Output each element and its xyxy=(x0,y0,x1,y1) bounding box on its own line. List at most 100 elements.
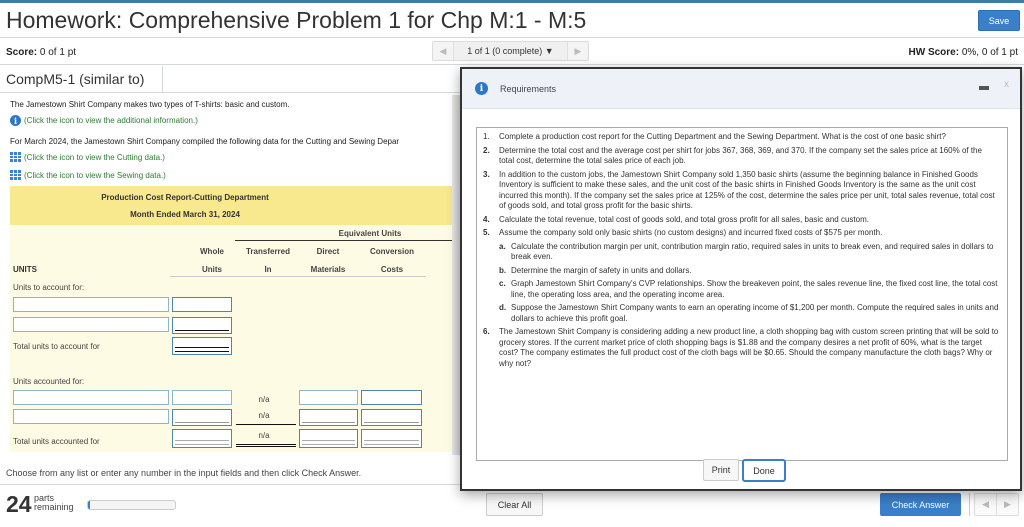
requirement-number: 3. xyxy=(483,169,490,179)
sub-requirement-item: c. Graph Jamestown Shirt Company's CVP re… xyxy=(483,279,999,300)
accounted-for-dm-input-1[interactable] xyxy=(299,390,358,405)
accounted-for-dm-input-2[interactable] xyxy=(299,409,358,426)
info-icon[interactable]: i xyxy=(10,115,21,126)
total-accounted-for-cc-input[interactable] xyxy=(361,429,422,448)
parts-progress-bar xyxy=(87,500,176,510)
divider xyxy=(0,92,462,93)
pager-next-icon[interactable]: ▶ xyxy=(568,42,588,60)
requirement-text: Determine the total cost and the average… xyxy=(499,145,982,166)
requirement-number: 4. xyxy=(483,214,490,224)
requirements-dialog: i Requirements x 1. Complete a production… xyxy=(460,67,1022,491)
sub-requirement-letter: b. xyxy=(499,265,507,275)
sub-requirement-item: d. Suppose the Jamestown Shirt Company wa… xyxy=(483,303,999,324)
subtotal-rule xyxy=(236,424,296,425)
requirement-number: 1. xyxy=(483,132,490,141)
sewing-data-text[interactable]: (Click the icon to view the Sewing data.… xyxy=(24,171,166,180)
to-account-for-units-input-1[interactable] xyxy=(172,297,232,312)
clear-all-button[interactable]: Clear All xyxy=(486,493,543,516)
units-accounted-for-label: Units accounted for: xyxy=(13,377,85,386)
col-conversion-costs-2: Costs xyxy=(380,265,404,274)
accounted-for-label-input-1[interactable] xyxy=(13,390,169,405)
additional-info-link[interactable]: i (Click the icon to view the additional… xyxy=(10,115,198,126)
total-accounted-for-whole-input[interactable] xyxy=(172,429,232,448)
top-accent-bar xyxy=(0,0,1024,3)
question-intro: The Jamestown Shirt Company makes two ty… xyxy=(10,100,290,109)
sub-requirement-text: Suppose the Jamestown Shirt Company want… xyxy=(511,303,999,323)
col-direct-materials-1: Direct xyxy=(316,247,340,256)
accounted-for-whole-input-1[interactable] xyxy=(172,390,232,405)
to-account-for-units-input-2[interactable] xyxy=(172,317,232,334)
additional-info-text[interactable]: (Click the icon to view the additional i… xyxy=(24,116,198,125)
col-whole-units-1: Whole xyxy=(200,247,224,256)
accounted-for-cc-input-2[interactable] xyxy=(361,409,422,426)
sub-requirement-text: Graph Jamestown Shirt Company's CVP rela… xyxy=(511,279,998,299)
requirement-item: 5. Assume the company sold only basic shi… xyxy=(483,228,999,239)
pager-prev-icon[interactable]: ◀ xyxy=(433,42,453,60)
units-label: UNITS xyxy=(13,265,37,274)
sub-requirement-letter: d. xyxy=(499,303,507,312)
col-transferred-in-1: Transferred xyxy=(245,247,291,256)
requirement-number: 2. xyxy=(483,145,490,155)
col-conversion-costs-1: Conversion xyxy=(369,247,414,256)
accounted-for-whole-input-2[interactable] xyxy=(172,409,232,426)
total-to-account-for-label: Total units to account for xyxy=(13,342,100,351)
question-pager: ◀ 1 of 1 (0 complete) ▼ ▶ xyxy=(432,41,589,61)
units-to-account-for-label: Units to account for: xyxy=(13,283,85,292)
check-answer-button[interactable]: Check Answer xyxy=(880,493,961,516)
requirement-text: In addition to the custom jobs, the Jame… xyxy=(499,169,995,211)
save-button[interactable]: Save xyxy=(978,10,1020,31)
accounted-for-cc-input-1[interactable] xyxy=(361,390,422,405)
question-id: CompM5-1 (similar to) xyxy=(6,71,145,87)
header-rule xyxy=(235,240,462,241)
divider xyxy=(0,484,470,485)
divider xyxy=(0,64,1024,65)
score-value: 0 of 1 pt xyxy=(37,47,77,58)
to-account-for-label-input-1[interactable] xyxy=(13,297,169,312)
sewing-data-link[interactable]: (Click the icon to view the Sewing data.… xyxy=(10,170,166,180)
minimize-icon[interactable] xyxy=(979,86,989,90)
close-icon[interactable]: x xyxy=(1004,79,1009,90)
parts-remaining-label: parts remaining xyxy=(34,494,74,512)
to-account-for-label-input-2[interactable] xyxy=(13,317,169,332)
dialog-title: Requirements xyxy=(500,84,557,94)
transferred-in-na-1: n/a xyxy=(258,395,270,404)
sub-requirement-letter: c. xyxy=(499,279,506,288)
total-accounted-for-dm-input[interactable] xyxy=(299,429,358,448)
next-question-icon[interactable]: ▶ xyxy=(996,494,1018,515)
total-rule xyxy=(236,444,296,447)
table-icon[interactable] xyxy=(10,152,21,162)
hw-score-value: 0%, 0 of 1 pt xyxy=(959,47,1018,58)
done-button[interactable]: Done xyxy=(742,459,786,482)
requirement-number: 6. xyxy=(483,327,490,336)
progress-fill xyxy=(88,501,90,509)
score: Score: 0 of 1 pt xyxy=(6,47,76,58)
cutting-data-link[interactable]: (Click the icon to view the Cutting data… xyxy=(10,152,165,162)
print-button[interactable]: Print xyxy=(703,459,739,481)
accounted-for-label-input-2[interactable] xyxy=(13,409,169,424)
sub-requirement-letter: a. xyxy=(499,241,506,251)
requirement-item: 1. Complete a production cost report for … xyxy=(483,132,999,143)
total-to-account-for-input[interactable] xyxy=(172,337,232,355)
header-rule xyxy=(170,276,426,277)
prev-question-icon[interactable]: ◀ xyxy=(975,494,996,515)
parts-remaining-count: 24 xyxy=(6,491,32,517)
question-select-dropdown[interactable]: 1 of 1 (0 complete) ▼ xyxy=(453,42,568,60)
dialog-header[interactable]: i Requirements x xyxy=(462,69,1020,109)
requirement-text: Complete a production cost report for th… xyxy=(499,132,946,141)
requirement-item: 4. Calculate the total revenue, total cos… xyxy=(483,215,999,226)
cutting-data-text[interactable]: (Click the icon to view the Cutting data… xyxy=(24,153,165,162)
transferred-in-na-2: n/a xyxy=(258,411,270,420)
divider xyxy=(969,493,970,516)
sub-requirement-text: Determine the margin of safety in units … xyxy=(511,265,692,275)
requirement-text: Assume the company sold only basic shirt… xyxy=(499,228,883,237)
requirement-text: Calculate the total revenue, total cost … xyxy=(499,214,869,224)
info-icon: i xyxy=(475,82,488,95)
report-title: Production Cost Report-Cutting Departmen… xyxy=(101,193,269,202)
hw-score: HW Score: 0%, 0 of 1 pt xyxy=(909,47,1019,58)
requirement-item: 3. In addition to the custom jobs, the Ja… xyxy=(483,170,999,212)
requirement-item: 2. Determine the total cost and the avera… xyxy=(483,146,999,167)
table-icon[interactable] xyxy=(10,170,21,180)
score-label: Score: xyxy=(6,47,38,58)
requirement-text: The Jamestown Shirt Company is consideri… xyxy=(499,327,999,368)
page-title: Homework: Comprehensive Problem 1 for Ch… xyxy=(6,7,587,33)
